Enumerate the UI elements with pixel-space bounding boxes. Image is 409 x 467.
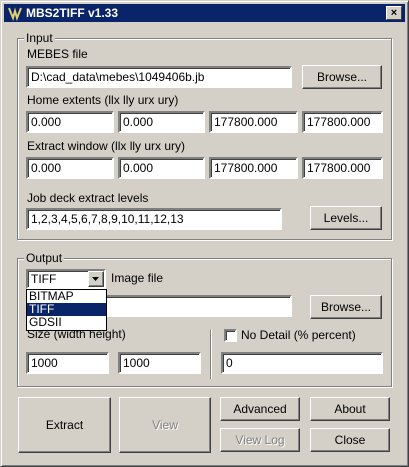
input-legend: Input (24, 31, 55, 45)
no-detail-input[interactable]: 0 (221, 352, 383, 374)
app-icon (7, 5, 23, 21)
levels-button-label: Levels... (323, 211, 369, 225)
mebes-file-input[interactable]: D:\cad_data\mebes\1049406b.jb (26, 66, 292, 88)
mebes-browse-button[interactable]: Browse... (302, 65, 382, 89)
output-legend: Output (24, 251, 65, 265)
no-detail-checkbox[interactable] (224, 329, 237, 342)
advanced-button-label: Advanced (233, 402, 287, 416)
extract-llx-input[interactable]: 0.000 (26, 157, 114, 179)
height-input[interactable]: 1000 (118, 352, 201, 374)
levels-button[interactable]: Levels... (310, 206, 382, 230)
home-urx-input[interactable]: 177800.000 (209, 111, 298, 133)
home-ury-input[interactable]: 177800.000 (302, 111, 383, 133)
format-option-gdsii[interactable]: GDSII (27, 316, 106, 329)
extract-button[interactable]: Extract (18, 397, 111, 453)
mebes-file-label: MEBES file (27, 47, 88, 61)
home-lly-input[interactable]: 0.000 (118, 111, 205, 133)
title-bar[interactable]: MBS2TIFF v1.33 × (4, 4, 405, 22)
app-window: MBS2TIFF v1.33 × Input MEBES file D:\cad… (0, 0, 409, 467)
jobdeck-levels-label: Job deck extract levels (27, 191, 149, 205)
image-browse-label: Browse... (320, 300, 371, 314)
extract-urx-input[interactable]: 177800.000 (209, 157, 298, 179)
extract-window-label: Extract window (llx lly urx ury) (27, 139, 186, 153)
format-selected-value: TIFF (31, 272, 57, 286)
format-dropdown-button[interactable] (88, 271, 104, 287)
about-button[interactable]: About (310, 397, 390, 421)
close-icon: × (390, 7, 398, 19)
jobdeck-levels-input[interactable]: 1,2,3,4,5,6,7,8,9,10,11,12,13 (26, 208, 282, 230)
home-llx-input[interactable]: 0.000 (26, 111, 114, 133)
view-log-button-label: View Log (235, 433, 285, 447)
close-window-button[interactable]: × (386, 6, 402, 20)
close-button-label: Close (334, 433, 366, 447)
no-detail-label: No Detail (% percent) (241, 328, 356, 342)
format-dropdown-list: BITMAP TIFF GDSII (26, 289, 107, 331)
output-divider (210, 330, 211, 379)
width-input[interactable]: 1000 (26, 352, 109, 374)
chevron-down-icon (92, 277, 99, 281)
view-button-label: View (152, 418, 178, 432)
about-button-label: About (334, 402, 366, 416)
image-browse-button[interactable]: Browse... (310, 295, 382, 319)
extract-button-label: Extract (45, 418, 84, 432)
view-button[interactable]: View (119, 397, 211, 453)
view-log-button[interactable]: View Log (220, 428, 300, 452)
mebes-browse-label: Browse... (316, 70, 367, 84)
extract-lly-input[interactable]: 0.000 (118, 157, 205, 179)
close-button[interactable]: Close (310, 428, 390, 452)
extract-ury-input[interactable]: 177800.000 (302, 157, 383, 179)
image-file-label: Image file (111, 271, 164, 285)
window-title: MBS2TIFF v1.33 (26, 6, 119, 20)
advanced-button[interactable]: Advanced (220, 397, 300, 421)
home-extents-label: Home extents (llx lly urx ury) (27, 93, 179, 107)
